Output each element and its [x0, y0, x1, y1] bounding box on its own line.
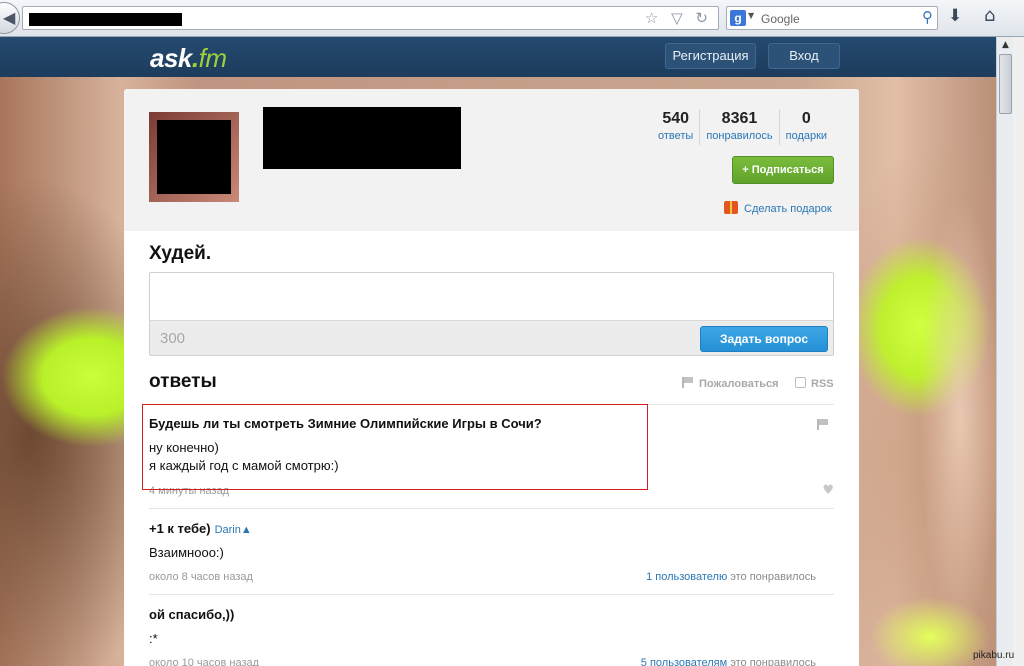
avatar[interactable] [149, 112, 239, 202]
download-icon[interactable]: ⬇ [948, 6, 962, 26]
answer-text-line1: Взаимнооо:) [149, 545, 224, 560]
question-author-link[interactable]: Darin▲ [215, 524, 252, 536]
divider [149, 508, 834, 509]
stat-likes-label: понравилось [706, 130, 773, 142]
rss-icon [795, 377, 806, 388]
stat-likes[interactable]: 8361 понравилось [699, 109, 778, 145]
answer-timestamp[interactable]: около 10 часов назад [149, 657, 259, 666]
question-text: +1 к тебе) Darin▲ [149, 521, 834, 536]
question-text: ой спасибо,)) [149, 607, 235, 622]
likes-suffix: это понравилось [730, 571, 816, 583]
stat-gifts[interactable]: 0 подарки [778, 109, 833, 145]
ask-question-button[interactable]: Задать вопрос [700, 326, 828, 352]
profile-stats: 540 ответы 8361 понравилось 0 подарки [652, 109, 833, 145]
logo-dot: . [191, 43, 199, 73]
profile-header: 540 ответы 8361 понравилось 0 подарки + … [124, 89, 859, 231]
search-placeholder: Google [761, 12, 800, 26]
rss-label: RSS [811, 378, 834, 390]
red-underline-annotation [593, 489, 617, 490]
bookmark-star-icon[interactable]: ☆ ▽ ↻ [645, 9, 712, 27]
ask-form-footer: 300 Задать вопрос [150, 320, 833, 355]
google-engine-icon[interactable]: g [730, 10, 746, 26]
make-gift-link[interactable]: Сделать подарок [724, 201, 832, 215]
like-heart-icon[interactable]: ♥ [822, 483, 834, 498]
report-label: Пожаловаться [699, 378, 779, 390]
stat-answers[interactable]: 540 ответы [652, 109, 699, 145]
likes-info: 1 пользователю это понравилось [646, 571, 816, 583]
logo-ask: ask [150, 43, 192, 73]
scroll-up-icon[interactable]: ▲ [997, 37, 1014, 54]
ask-question-form: 300 Задать вопрос [149, 272, 834, 356]
profile-card: 540 ответы 8361 понравилось 0 подарки + … [124, 89, 859, 666]
answers-heading: ответы [149, 371, 217, 392]
report-answer-flag-icon[interactable] [817, 416, 834, 434]
flag-icon [682, 377, 694, 388]
stat-gifts-label: подарки [785, 130, 828, 142]
scroll-thumb[interactable] [999, 54, 1012, 114]
site-header: ask.fm Регистрация Вход [0, 37, 996, 77]
flag-icon [817, 419, 829, 430]
watermark: pikabu.ru [973, 650, 1015, 661]
stat-gifts-value: 0 [801, 110, 811, 127]
stat-answers-value: 540 [662, 110, 690, 127]
red-highlight-annotation [142, 404, 648, 490]
gift-icon [724, 201, 738, 214]
likers-link[interactable]: 5 пользователям [641, 657, 727, 666]
register-button[interactable]: Регистрация [665, 43, 756, 69]
back-button[interactable]: ◀ [0, 2, 20, 34]
subscribe-button[interactable]: + Подписаться [732, 156, 834, 184]
askfm-logo[interactable]: ask.fm [150, 43, 227, 74]
answer-item: +1 к тебе) Darin▲ Взаимнооо:) около 8 час… [149, 521, 834, 583]
back-arrow-icon: ◀ [3, 8, 16, 27]
question-input[interactable] [150, 273, 833, 320]
likes-suffix: это понравилось [730, 657, 816, 666]
answer-item: ой спасибо,)) :* около 10 часов назад 5 … [149, 607, 834, 666]
answer-timestamp[interactable]: около 8 часов назад [149, 571, 253, 583]
engine-dropdown-icon[interactable]: ▼ [748, 11, 754, 20]
stat-answers-label: ответы [658, 130, 694, 142]
search-bar[interactable]: g ▼ Google ⚲ [726, 6, 938, 30]
rss-link[interactable]: RSS [795, 377, 834, 390]
divider [149, 594, 834, 595]
profile-bio: Худей. [149, 243, 212, 264]
question-text-content: +1 к тебе) [149, 521, 211, 536]
login-button[interactable]: Вход [768, 43, 840, 69]
report-link[interactable]: Пожаловаться [682, 377, 779, 390]
page-scrollbar[interactable]: ▲ [996, 37, 1013, 666]
answer-text-line1: :* [149, 631, 158, 646]
logo-fm: fm [198, 43, 227, 73]
make-gift-label: Сделать подарок [744, 203, 832, 215]
window-edge [1013, 37, 1024, 666]
address-bar[interactable]: ☆ ▽ ↻ [22, 6, 719, 30]
redacted-username [263, 107, 461, 169]
likes-info: 5 пользователям это понравилось [641, 657, 816, 666]
char-counter: 300 [160, 330, 186, 347]
browser-toolbar: ◀ ☆ ▽ ↻ g ▼ Google ⚲ ⬇ ⌂ [0, 0, 1024, 37]
redacted-avatar [157, 120, 231, 194]
redacted-url [29, 13, 182, 26]
search-icon[interactable]: ⚲ [922, 8, 933, 26]
stat-likes-value: 8361 [721, 110, 758, 127]
home-icon[interactable]: ⌂ [984, 5, 995, 26]
likers-link[interactable]: 1 пользователю [646, 571, 727, 583]
